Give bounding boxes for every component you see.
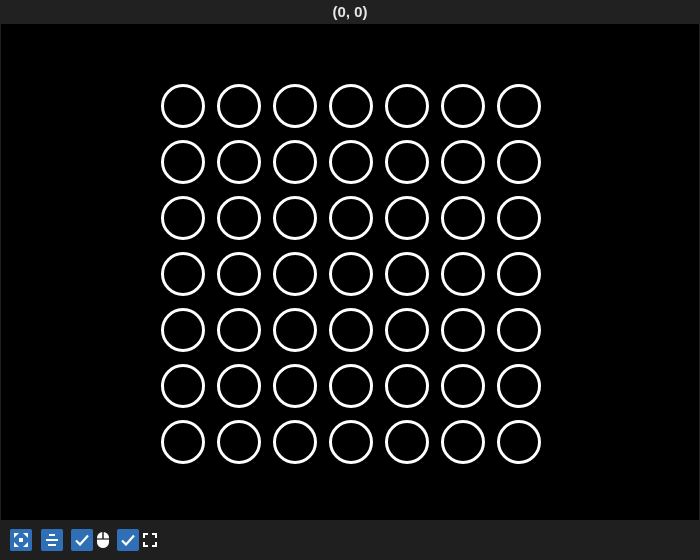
circle-node[interactable] xyxy=(161,140,205,184)
circle-node[interactable] xyxy=(385,84,429,128)
fit-view-button[interactable] xyxy=(10,529,32,551)
circle-node[interactable] xyxy=(161,364,205,408)
circle-node[interactable] xyxy=(273,308,317,352)
circle-node[interactable] xyxy=(161,252,205,296)
circle-node[interactable] xyxy=(497,252,541,296)
fit-view-icon xyxy=(13,532,29,548)
circle-node[interactable] xyxy=(217,308,261,352)
circle-node[interactable] xyxy=(329,308,373,352)
circle-node[interactable] xyxy=(441,364,485,408)
app-window: (0, 0) xyxy=(0,0,700,560)
circle-node[interactable] xyxy=(329,84,373,128)
window-title: (0, 0) xyxy=(332,3,368,21)
circle-node[interactable] xyxy=(497,140,541,184)
circle-node[interactable] xyxy=(497,84,541,128)
circle-node[interactable] xyxy=(217,140,261,184)
circle-node[interactable] xyxy=(273,252,317,296)
align-center-button[interactable] xyxy=(41,529,63,551)
circle-node[interactable] xyxy=(161,84,205,128)
circle-node[interactable] xyxy=(441,308,485,352)
checkbox-checked-icon xyxy=(120,532,136,548)
circle-node[interactable] xyxy=(329,420,373,464)
mouse-interaction-checkbox[interactable] xyxy=(71,529,93,551)
fullscreen-checkbox[interactable] xyxy=(117,529,139,551)
circle-node[interactable] xyxy=(161,420,205,464)
fullscreen-icon xyxy=(142,529,158,551)
circle-node[interactable] xyxy=(441,420,485,464)
circle-node[interactable] xyxy=(385,308,429,352)
circle-node[interactable] xyxy=(329,196,373,240)
title-bar: (0, 0) xyxy=(0,0,700,25)
circle-node[interactable] xyxy=(385,196,429,240)
circle-node[interactable] xyxy=(385,364,429,408)
circle-node[interactable] xyxy=(497,364,541,408)
circle-node[interactable] xyxy=(441,140,485,184)
render-canvas[interactable] xyxy=(1,24,699,520)
mouse-icon xyxy=(95,529,111,551)
circle-node[interactable] xyxy=(273,84,317,128)
circle-node[interactable] xyxy=(273,140,317,184)
circle-node[interactable] xyxy=(217,364,261,408)
circle-node[interactable] xyxy=(329,252,373,296)
circle-node[interactable] xyxy=(161,196,205,240)
circle-node[interactable] xyxy=(497,196,541,240)
circle-node[interactable] xyxy=(441,252,485,296)
circle-node[interactable] xyxy=(497,420,541,464)
circle-node[interactable] xyxy=(497,308,541,352)
circle-node[interactable] xyxy=(385,252,429,296)
circle-node[interactable] xyxy=(441,84,485,128)
circle-node[interactable] xyxy=(441,196,485,240)
checkbox-checked-icon xyxy=(74,532,90,548)
circle-node[interactable] xyxy=(329,364,373,408)
circle-node[interactable] xyxy=(217,252,261,296)
circle-node[interactable] xyxy=(273,196,317,240)
circle-node[interactable] xyxy=(273,364,317,408)
circle-node[interactable] xyxy=(385,140,429,184)
circle-node[interactable] xyxy=(273,420,317,464)
circle-node[interactable] xyxy=(217,196,261,240)
align-center-icon xyxy=(44,532,60,548)
circle-node[interactable] xyxy=(161,308,205,352)
circle-node[interactable] xyxy=(217,420,261,464)
bottom-toolbar xyxy=(0,520,700,560)
circle-node[interactable] xyxy=(217,84,261,128)
circle-node[interactable] xyxy=(385,420,429,464)
circle-node[interactable] xyxy=(329,140,373,184)
